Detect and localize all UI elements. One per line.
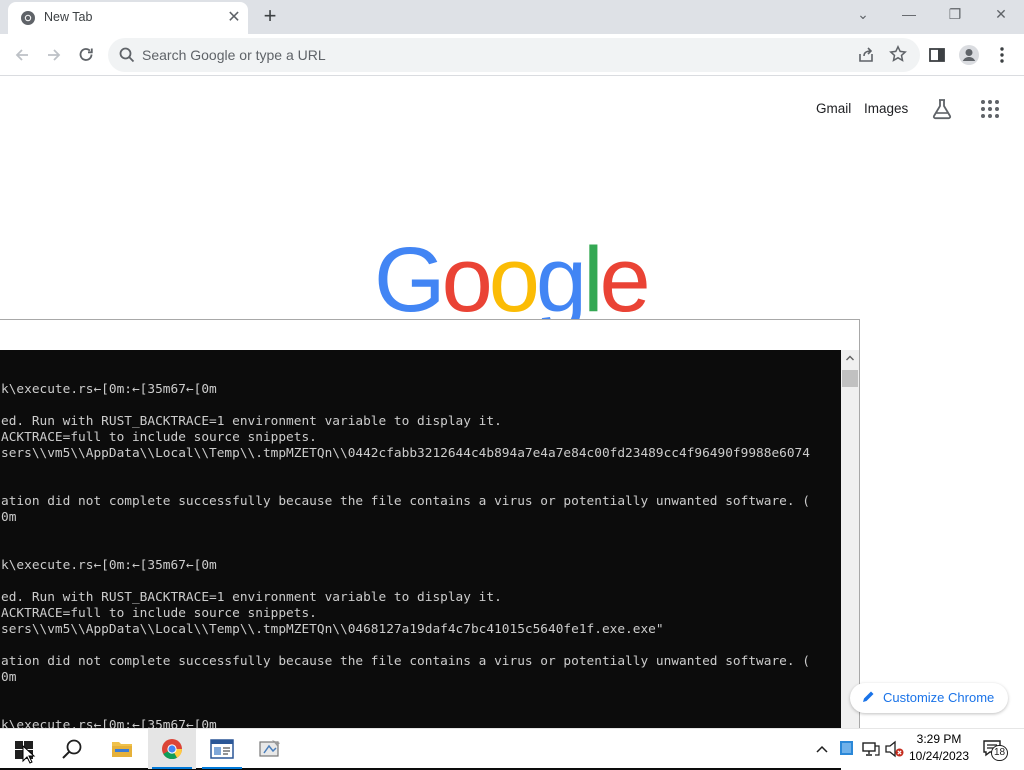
images-link[interactable]: Images: [864, 101, 908, 116]
folder-icon: [112, 742, 132, 757]
close-window-button[interactable]: ✕: [978, 0, 1024, 30]
logo-letter: l: [583, 229, 604, 331]
omnibox-placeholder: Search Google or type a URL: [142, 47, 326, 63]
console-line: 0m: [1, 670, 17, 685]
apps-grid-icon[interactable]: [978, 97, 1002, 121]
search-icon: [62, 739, 82, 759]
app-tool-button[interactable]: [246, 729, 294, 769]
tray-app-icon[interactable]: [840, 741, 853, 755]
gmail-link[interactable]: Gmail: [816, 101, 851, 116]
restore-button[interactable]: ❐: [932, 0, 978, 30]
chrome-icon: [21, 11, 35, 25]
logo-letter: g: [535, 229, 587, 331]
taskbar: 3:29 PM 10/24/2023 18: [0, 728, 1024, 769]
search-icon: [119, 47, 135, 63]
logo-letter: o: [441, 229, 493, 331]
scroll-up-arrow-icon[interactable]: [844, 352, 856, 364]
tab-title: New Tab: [44, 10, 93, 24]
notification-center-button[interactable]: 18: [982, 737, 1008, 761]
kebab-menu-icon[interactable]: [989, 42, 1015, 68]
console-line: ed. Run with RUST_BACKTRACE=1 environmen…: [1, 414, 502, 429]
logo-letter: o: [488, 229, 540, 331]
logo-letter: e: [599, 229, 651, 331]
pencil-icon: [863, 691, 874, 702]
mouse-cursor-icon: [22, 745, 36, 764]
back-arrow-icon[interactable]: [9, 42, 35, 68]
file-explorer-button[interactable]: [98, 729, 146, 769]
console-line: ation did not complete successfully beca…: [1, 654, 810, 669]
customize-chrome-button[interactable]: Customize Chrome: [850, 683, 1008, 713]
console-line: sers\\vm5\\AppData\\Local\\Temp\\.tmpMZE…: [1, 446, 810, 461]
share-icon[interactable]: [856, 45, 876, 65]
omnibox[interactable]: Search Google or type a URL: [108, 38, 920, 72]
search-button[interactable]: [48, 729, 96, 769]
side-panel-icon[interactable]: [924, 42, 950, 68]
console-line: sers\\vm5\\AppData\\Local\\Temp\\.tmpMZE…: [1, 622, 664, 637]
labs-flask-icon[interactable]: [930, 97, 954, 121]
volume-muted-icon[interactable]: [884, 740, 904, 758]
reload-icon[interactable]: [73, 42, 99, 68]
running-indicator: [202, 767, 242, 769]
clock-time[interactable]: 3:29 PM: [906, 732, 972, 746]
clock-date[interactable]: 10/24/2023: [906, 749, 972, 763]
console-line: ed. Run with RUST_BACKTRACE=1 environmen…: [1, 590, 502, 605]
google-logo: Google: [374, 234, 651, 326]
console-window[interactable]: k\execute.rs←[0m:←[35m67←[0m ed. Run with…: [0, 319, 860, 770]
network-icon[interactable]: [862, 740, 880, 758]
active-indicator: [152, 767, 192, 769]
browser-toolbar: Search Google or type a URL: [0, 34, 1024, 76]
logo-letter: G: [374, 229, 446, 331]
console-line: ACKTRACE=full to include source snippets…: [1, 430, 317, 445]
app-window-button[interactable]: [198, 729, 246, 769]
start-button[interactable]: [0, 729, 48, 769]
console-line: k\execute.rs←[0m:←[35m67←[0m: [1, 382, 217, 397]
profile-avatar-icon[interactable]: [956, 42, 982, 68]
tab-strip: New Tab ✕ + ⌄ — ❐ ✕: [0, 0, 1024, 34]
console-line: ation did not complete successfully beca…: [1, 494, 810, 509]
forward-arrow-icon[interactable]: [41, 42, 67, 68]
minimize-button[interactable]: —: [886, 0, 932, 30]
new-tab-button[interactable]: +: [258, 5, 282, 29]
tab-close-icon[interactable]: ✕: [224, 8, 244, 28]
tab-new-tab[interactable]: New Tab ✕: [8, 2, 248, 34]
bookmark-star-icon[interactable]: [888, 44, 908, 64]
notification-badge: 18: [991, 745, 1008, 761]
console-line: 0m: [1, 510, 17, 525]
chrome-taskbar-button[interactable]: [148, 729, 196, 769]
chevron-up-icon[interactable]: [814, 741, 830, 757]
console-output[interactable]: k\execute.rs←[0m:←[35m67←[0m ed. Run with…: [0, 350, 841, 770]
tool-app-icon: [259, 740, 280, 757]
console-line: ACKTRACE=full to include source snippets…: [1, 606, 317, 621]
tab-search-dropdown-icon[interactable]: ⌄: [840, 0, 886, 30]
chrome-icon: [162, 739, 183, 760]
scrollbar-thumb[interactable]: [842, 370, 858, 387]
console-line: k\execute.rs←[0m:←[35m67←[0m: [1, 558, 217, 573]
customize-chrome-label: Customize Chrome: [883, 690, 995, 705]
window-app-icon: [210, 739, 234, 759]
